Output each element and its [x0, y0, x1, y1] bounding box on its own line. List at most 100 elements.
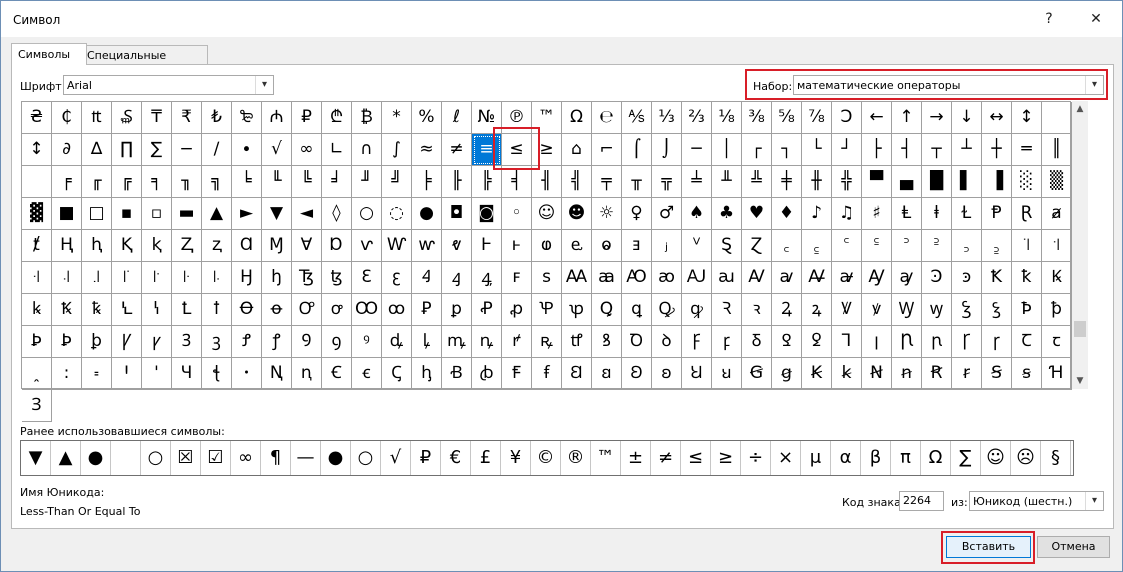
- symbol-cell[interactable]: Ꝏ: [352, 294, 382, 326]
- symbol-cell[interactable]: Ꝿ: [772, 326, 802, 358]
- symbol-cell[interactable]: Ꝺ: [622, 326, 652, 358]
- symbol-cell[interactable]: ╓: [82, 166, 112, 198]
- symbol-cell[interactable]: ꞉: [52, 358, 82, 390]
- symbol-cell[interactable]: Ꞓ: [322, 358, 352, 390]
- symbol-cell[interactable]: ⌐: [592, 134, 622, 166]
- symbol-cell[interactable]: ╬: [832, 166, 862, 198]
- symbol-cell[interactable]: ꝥ: [1042, 294, 1072, 326]
- symbol-cell[interactable]: ₻: [232, 102, 262, 134]
- symbol-cell[interactable]: ꝴ: [472, 326, 502, 358]
- symbol-cell[interactable]: ꜵ: [652, 262, 682, 294]
- recent-symbol-cell[interactable]: ¶: [261, 441, 291, 475]
- symbol-cell[interactable]: ↕: [22, 134, 52, 166]
- symbol-cell[interactable]: Ɫ: [952, 198, 982, 230]
- symbol-cell[interactable]: ꝝ: [802, 294, 832, 326]
- recent-symbol-cell[interactable]: [111, 441, 141, 475]
- symbol-cell[interactable]: ꜩ: [322, 262, 352, 294]
- symbol-cell[interactable]: ○: [352, 198, 382, 230]
- symbol-cell[interactable]: ⱻ: [622, 230, 652, 262]
- symbol-cell[interactable]: ꞗ: [472, 358, 502, 390]
- symbol-cell[interactable]: ▬: [172, 198, 202, 230]
- symbol-cell[interactable]: ▼: [262, 198, 292, 230]
- symbol-cell[interactable]: ╜: [352, 166, 382, 198]
- symbol-cell[interactable]: Ꜹ: [742, 262, 772, 294]
- symbol-cell[interactable]: Ꜳ: [562, 262, 592, 294]
- symbol-cell[interactable]: ꜌: [82, 262, 112, 294]
- symbol-cell[interactable]: Ꞑ: [262, 358, 292, 390]
- symbol-cell[interactable]: ꜭ: [442, 262, 472, 294]
- scroll-up-icon[interactable]: ▲: [1072, 101, 1088, 117]
- symbol-cell[interactable]: ∆: [82, 134, 112, 166]
- symbol-cell[interactable]: │: [712, 134, 742, 166]
- symbol-cell[interactable]: Ꝍ: [292, 294, 322, 326]
- symbol-cell[interactable]: ꜻ: [832, 262, 862, 294]
- symbol-cell[interactable]: ⅜: [742, 102, 772, 134]
- symbol-cell[interactable]: ●: [412, 198, 442, 230]
- recent-symbol-cell[interactable]: π: [891, 441, 921, 475]
- symbol-cell[interactable]: ↕: [1012, 102, 1042, 134]
- symbol-cell[interactable]: Ꞔ: [382, 358, 412, 390]
- symbol-cell[interactable]: Ɽ: [1012, 198, 1042, 230]
- symbol-cell[interactable]: ╡: [502, 166, 532, 198]
- recent-symbol-cell[interactable]: ☺: [981, 441, 1011, 475]
- symbol-cell[interactable]: ꝕ: [562, 294, 592, 326]
- help-button[interactable]: ?: [1035, 7, 1063, 31]
- symbol-cell[interactable]: ◘: [442, 198, 472, 230]
- symbol-cell[interactable]: Ꞛ: [562, 358, 592, 390]
- recent-symbol-cell[interactable]: ☑: [201, 441, 231, 475]
- symbol-cell[interactable]: ⱨ: [82, 230, 112, 262]
- symbol-cell[interactable]: [1042, 102, 1072, 134]
- symbol-cell[interactable]: ꝸ: [592, 326, 622, 358]
- symbol-cell[interactable]: Ꜭ: [412, 262, 442, 294]
- symbol-cell[interactable]: ꝃ: [22, 294, 52, 326]
- symbol-cell[interactable]: ∏: [112, 134, 142, 166]
- recent-symbol-cell[interactable]: ¥: [501, 441, 531, 475]
- symbol-cell[interactable]: Ꝡ: [892, 294, 922, 326]
- symbol-cell[interactable]: Ꜵ: [622, 262, 652, 294]
- symbol-cell[interactable]: Ꝗ: [592, 294, 622, 326]
- symbol-cell[interactable]: ◙: [472, 198, 502, 230]
- symbol-cell[interactable]: ꝱ: [382, 326, 412, 358]
- symbol-cell[interactable]: ™: [532, 102, 562, 134]
- symbol-cell[interactable]: Ꞃ: [892, 326, 922, 358]
- recent-symbol-cell[interactable]: £: [471, 441, 501, 475]
- symbol-cell[interactable]: Ꞧ: [922, 358, 952, 390]
- symbol-cell[interactable]: ꞕ: [412, 358, 442, 390]
- symbol-cell[interactable]: Ꜷ: [682, 262, 712, 294]
- symbol-cell[interactable]: ◄: [292, 198, 322, 230]
- symbol-cell[interactable]: ∑: [142, 134, 172, 166]
- symbol-cell[interactable]: Ɜ: [22, 390, 52, 422]
- symbol-cell[interactable]: ├: [862, 134, 892, 166]
- recent-symbol-cell[interactable]: Ω: [921, 441, 951, 475]
- symbol-cell[interactable]: ◌: [382, 198, 412, 230]
- symbol-cell[interactable]: ꝳ: [442, 326, 472, 358]
- symbol-cell[interactable]: ▓: [22, 198, 52, 230]
- recent-symbol-cell[interactable]: ○: [141, 441, 171, 475]
- symbol-cell[interactable]: Ꜽ: [862, 262, 892, 294]
- symbol-cell[interactable]: ꝍ: [322, 294, 352, 326]
- symbol-cell[interactable]: ╒: [52, 166, 82, 198]
- symbol-cell[interactable]: ╟: [442, 166, 472, 198]
- recent-symbol-cell[interactable]: ₽: [411, 441, 441, 475]
- symbol-cell[interactable]: ꞏ: [232, 358, 262, 390]
- symbol-cell[interactable]: ⱶ: [502, 230, 532, 262]
- symbol-cell[interactable]: Ꝕ: [532, 294, 562, 326]
- font-select[interactable]: Arial ▾: [63, 75, 274, 95]
- symbol-cell[interactable]: ┘: [832, 134, 862, 166]
- symbol-cell[interactable]: ┴: [952, 134, 982, 166]
- symbol-cell[interactable]: ꞎ: [202, 358, 232, 390]
- symbol-cell[interactable]: %: [412, 102, 442, 134]
- symbol-cell[interactable]: ꝩ: [142, 326, 172, 358]
- symbol-cell[interactable]: ꝫ: [202, 326, 232, 358]
- symbol-cell[interactable]: ╛: [322, 166, 352, 198]
- symbol-cell[interactable]: Ꝣ: [952, 294, 982, 326]
- symbol-cell[interactable]: ◦: [502, 198, 532, 230]
- symbol-cell[interactable]: ≤: [502, 134, 532, 166]
- symbol-cell[interactable]: Ꞅ: [952, 326, 982, 358]
- tab-special-chars[interactable]: Специальные знаки: [80, 45, 208, 81]
- symbol-cell[interactable]: Ᵹ: [742, 326, 772, 358]
- symbol-cell[interactable]: ꝛ: [742, 294, 772, 326]
- tab-symbols[interactable]: Символы: [11, 43, 87, 65]
- symbol-cell[interactable]: ꝑ: [442, 294, 472, 326]
- symbol-cell[interactable]: ▫: [142, 198, 172, 230]
